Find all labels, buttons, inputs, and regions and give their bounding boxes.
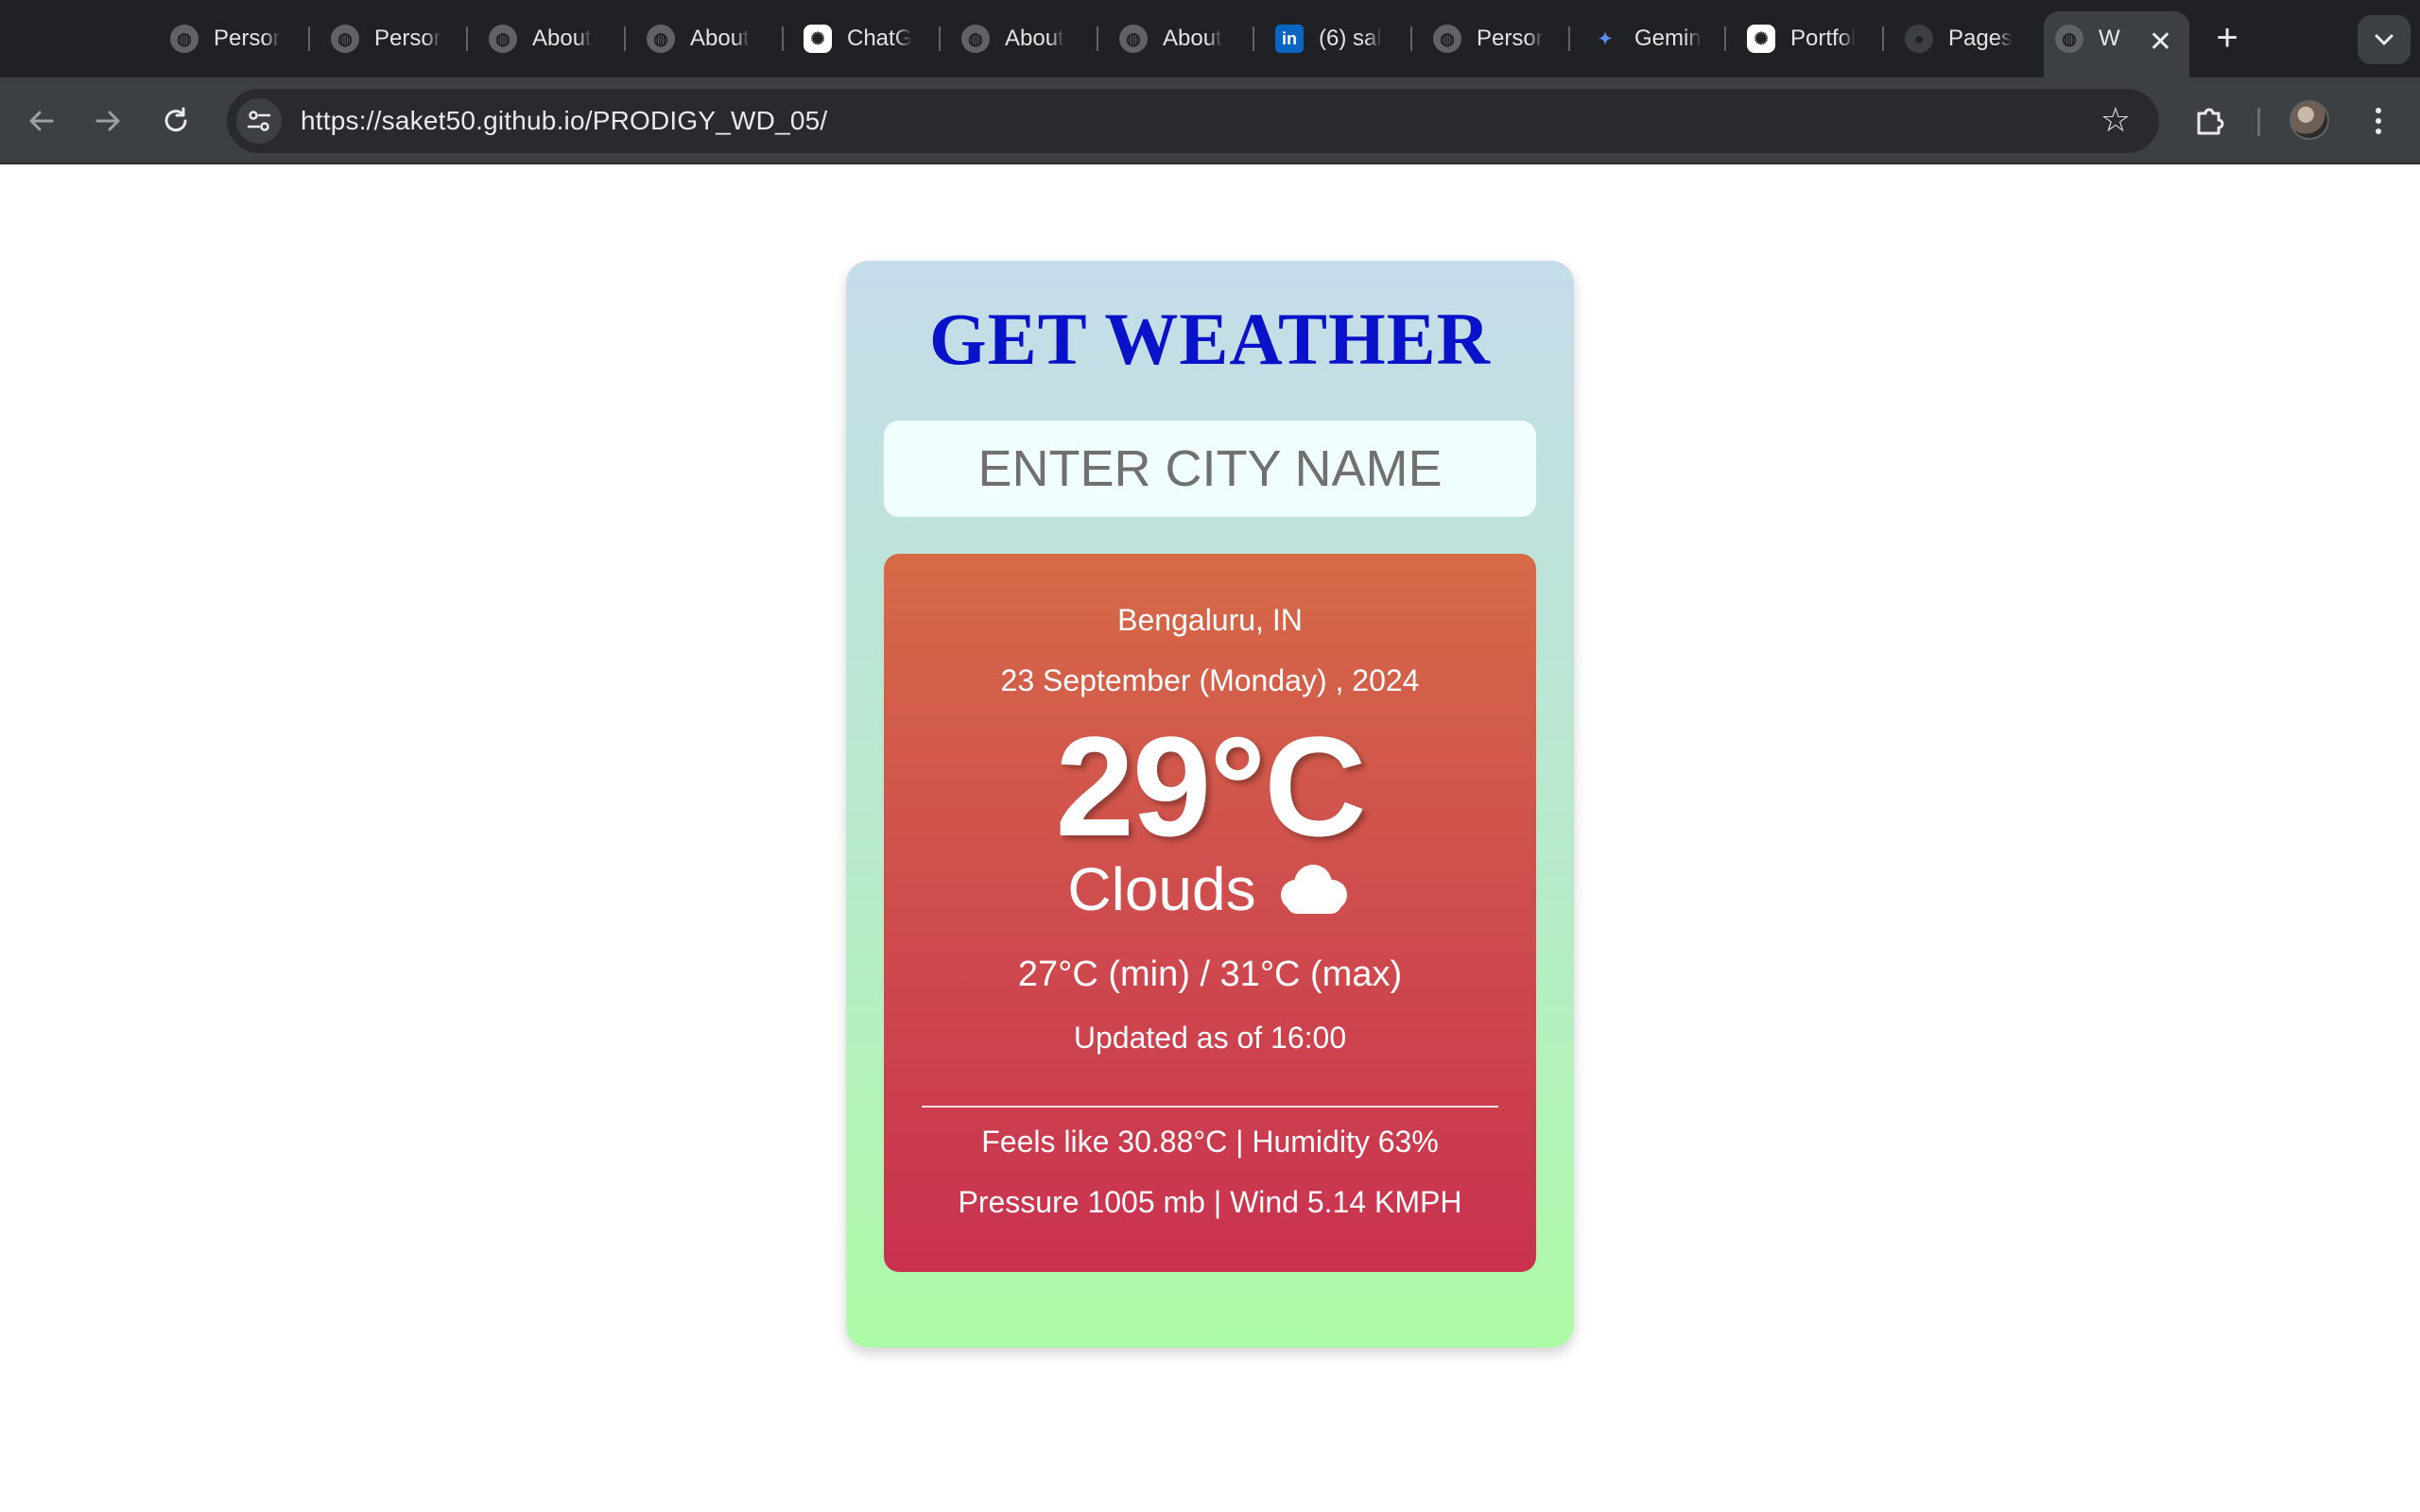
github-icon: ●	[1905, 25, 1933, 53]
toolbar-divider	[2257, 108, 2260, 136]
tab-separator	[939, 26, 941, 51]
tab-title: Persor	[214, 26, 281, 51]
back-button[interactable]	[17, 96, 66, 146]
forward-button[interactable]	[83, 96, 132, 146]
tab-title: W	[2099, 26, 2120, 51]
chatgpt-icon: ✺	[1747, 25, 1775, 53]
profile-avatar[interactable]	[2290, 100, 2329, 140]
browser-tab[interactable]: ◍ About	[477, 11, 621, 66]
globe-icon: ◍	[489, 25, 517, 53]
feels-like-humidity: Feels like 30.88°C | Humidity 63%	[981, 1125, 1439, 1159]
globe-icon: ◍	[170, 25, 199, 53]
url-text: https://saket50.github.io/PRODIGY_WD_05/	[301, 106, 828, 135]
browser-tab[interactable]: ● Pages	[1893, 11, 2037, 66]
browser-tab[interactable]: ◍ Persor	[1422, 11, 1565, 66]
browser-tab[interactable]: ◍ Persor	[159, 11, 302, 66]
min-max-temperature: 27°C (min) / 31°C (max)	[1017, 954, 1403, 994]
tab-title: About	[1005, 26, 1064, 51]
browser-tab[interactable]: ✺ Portfol	[1736, 11, 1879, 66]
cloud-icon	[1280, 865, 1347, 914]
globe-icon: ◍	[331, 25, 359, 53]
reload-icon	[164, 107, 187, 132]
bookmark-star-icon[interactable]: ☆	[2100, 100, 2131, 140]
date-text: 23 September (Monday) , 2024	[1000, 663, 1420, 697]
location-text: Bengaluru, IN	[1117, 603, 1303, 637]
browser-tab[interactable]: in (6) sal	[1264, 11, 1408, 66]
tab-title: Portfol	[1790, 26, 1857, 51]
tab-separator	[1882, 26, 1884, 51]
linkedin-icon: in	[1275, 25, 1304, 53]
updated-time: Updated as of 16:00	[1073, 1021, 1347, 1055]
browser-tab-strip: ◍ Persor ◍ Persor ◍ About ◍ About ✺ Chat…	[0, 0, 2420, 77]
temperature-text: 29°C	[1055, 707, 1366, 866]
browser-tab[interactable]: ◍ Persor	[320, 11, 463, 66]
browser-tab-active[interactable]: ◍ W ✕	[2044, 11, 2189, 77]
card-divider	[922, 1106, 1498, 1108]
globe-icon: ◍	[647, 25, 675, 53]
tab-separator	[308, 26, 310, 51]
globe-icon: ◍	[961, 25, 990, 53]
more-vertical-icon	[2376, 108, 2381, 134]
arrow-left-icon	[29, 111, 54, 131]
tab-title: Gemin	[1634, 26, 1702, 51]
tab-separator	[1410, 26, 1412, 51]
tab-search-button[interactable]	[2358, 15, 2411, 64]
globe-icon: ◍	[1119, 25, 1148, 53]
browser-tab[interactable]: ◍ About	[950, 11, 1094, 66]
tab-title: ChatG	[847, 26, 913, 51]
tab-title: About	[690, 26, 750, 51]
browser-menu-button[interactable]	[2360, 96, 2397, 146]
new-tab-button[interactable]: +	[2210, 17, 2244, 59]
browser-tab[interactable]: ✺ ChatG	[792, 11, 936, 66]
tab-separator	[1097, 26, 1098, 51]
tab-title: Pages	[1948, 26, 2014, 51]
puzzle-icon	[2197, 108, 2224, 135]
address-bar[interactable]: https://saket50.github.io/PRODIGY_WD_05/…	[227, 89, 2159, 153]
close-tab-icon[interactable]: ✕	[2149, 28, 2172, 57]
tab-title: Persor	[1477, 26, 1544, 51]
chevron-down-icon	[2375, 34, 2394, 46]
chatgpt-icon: ✺	[804, 25, 832, 53]
reload-button[interactable]	[151, 96, 200, 146]
extensions-button[interactable]	[2186, 96, 2235, 146]
city-search-input[interactable]	[884, 421, 1536, 517]
site-info-button[interactable]	[236, 98, 282, 144]
browser-tab[interactable]: ◍ About	[635, 11, 779, 66]
browser-toolbar: https://saket50.github.io/PRODIGY_WD_05/…	[0, 77, 2420, 164]
tab-title: (6) sal	[1319, 26, 1382, 51]
browser-tab[interactable]: ◍ About	[1108, 11, 1252, 66]
pressure-wind: Pressure 1005 mb | Wind 5.14 KMPH	[958, 1185, 1462, 1219]
globe-icon: ◍	[2055, 25, 2083, 53]
tab-separator	[1724, 26, 1726, 51]
tab-title: About	[1163, 26, 1222, 51]
app-title: GET WEATHER	[928, 298, 1492, 380]
weather-result-card: Bengaluru, IN 23 September (Monday) , 20…	[884, 554, 1536, 1272]
weather-app-container: GET WEATHER Bengaluru, IN 23 September (…	[846, 261, 1574, 1348]
tab-separator	[624, 26, 626, 51]
page-viewport: GET WEATHER Bengaluru, IN 23 September (…	[0, 166, 2420, 1512]
arrow-right-icon	[95, 111, 120, 131]
tab-separator	[1568, 26, 1570, 51]
tab-title: About	[532, 26, 592, 51]
tab-separator	[782, 26, 784, 51]
globe-icon: ◍	[1433, 25, 1461, 53]
condition-text: Clouds	[1067, 855, 1256, 923]
gemini-icon: ✦	[1598, 28, 1613, 48]
browser-tab[interactable]: ✦ Gemin	[1580, 11, 1723, 66]
tune-icon	[247, 111, 271, 131]
tab-separator	[1253, 26, 1254, 51]
tab-title: Persor	[374, 26, 441, 51]
tab-separator	[466, 26, 468, 51]
condition-row: Clouds	[884, 854, 1536, 924]
